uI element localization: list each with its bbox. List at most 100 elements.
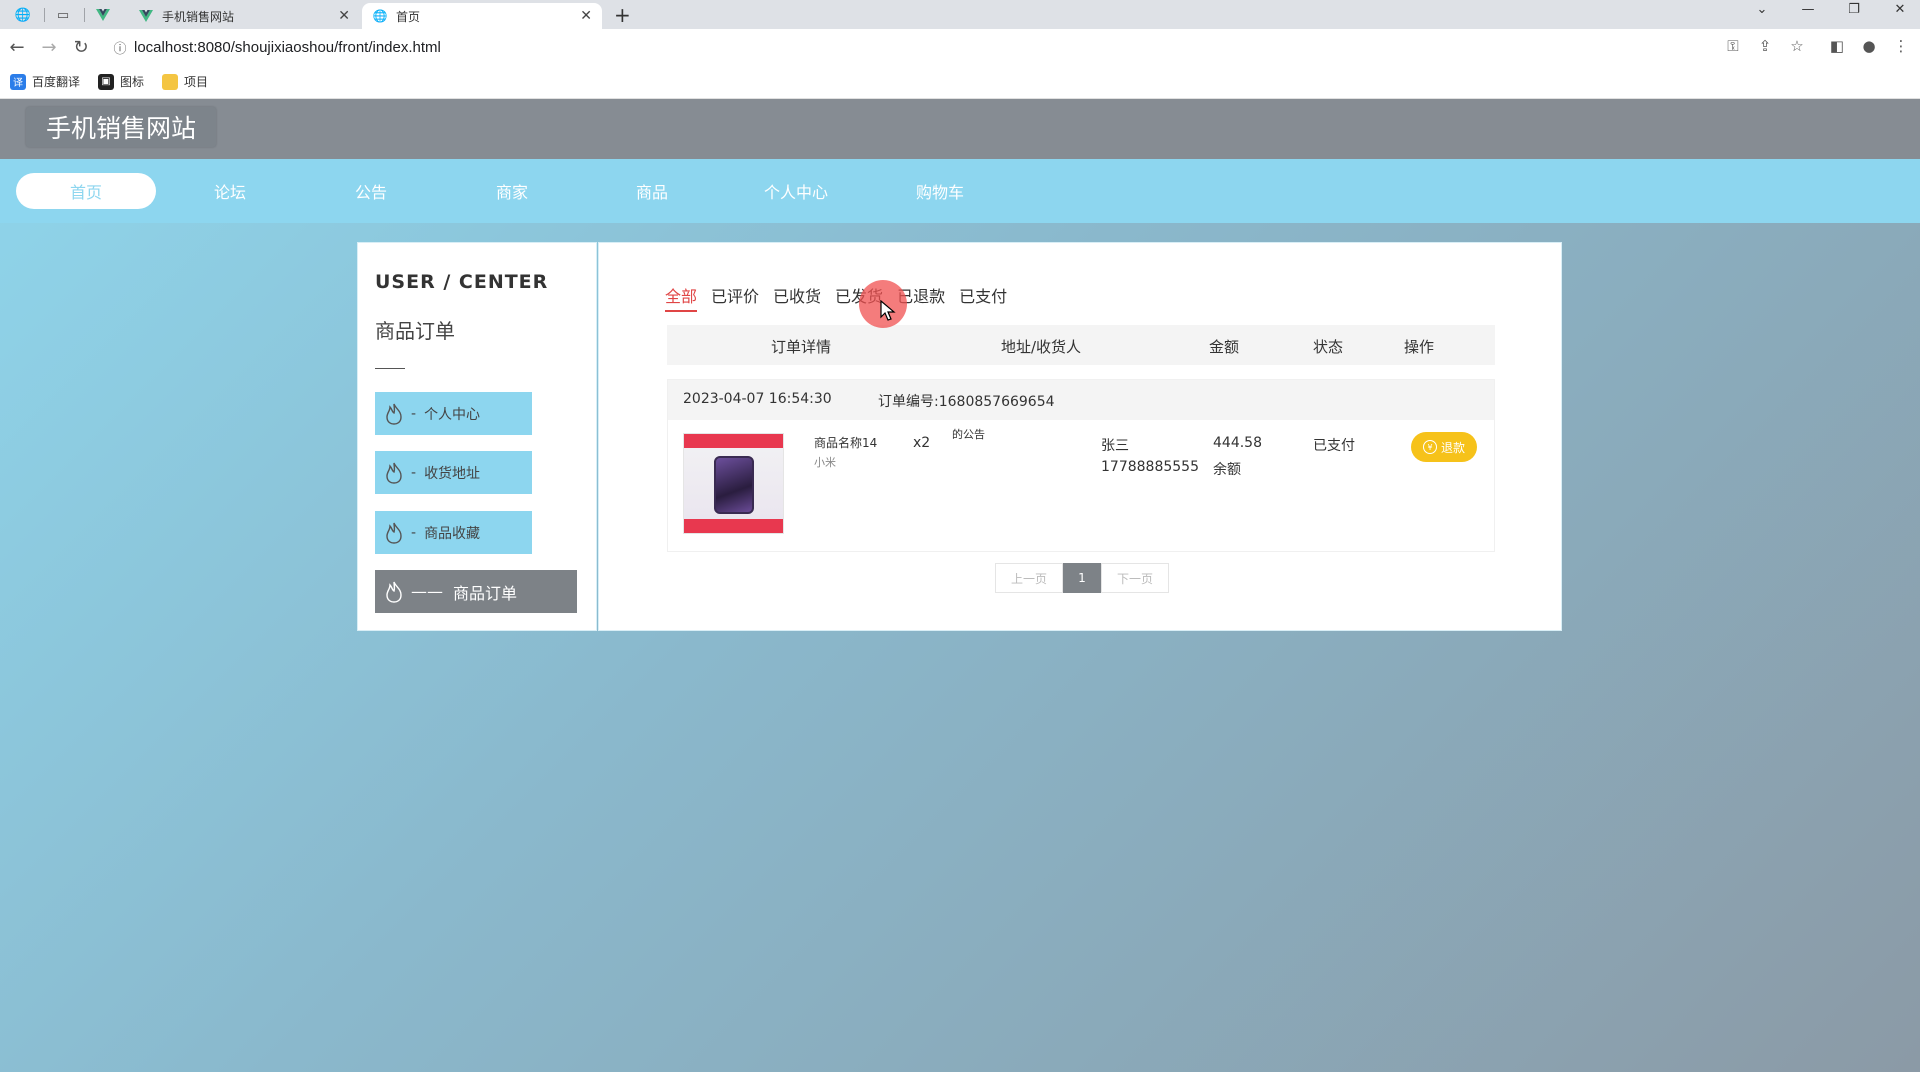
- column-header: 订单详情: [771, 338, 832, 356]
- status-badge: 已支付: [1313, 438, 1355, 454]
- sidebar-item-prefix: ——: [411, 582, 443, 601]
- site-nav: 首页 论坛 公告 商家 商品 个人中心 购物车: [0, 159, 1920, 223]
- close-icon[interactable]: ✕: [580, 8, 592, 24]
- bookmark-project[interactable]: 项目: [162, 73, 208, 90]
- sidepanel-icon[interactable]: ◧: [1826, 37, 1848, 55]
- translate-icon: 译: [10, 73, 26, 90]
- tab-label: 首页: [396, 9, 421, 24]
- tab-all[interactable]: 全部: [665, 283, 698, 312]
- sidebar-item-label: 收货地址: [424, 465, 481, 482]
- nav-merchant[interactable]: 商家: [442, 173, 582, 209]
- menu-icon[interactable]: ⋮: [1890, 37, 1912, 55]
- product-brand: 小米: [814, 456, 836, 469]
- sidebar-item-prefix: -: [411, 405, 417, 422]
- phone-graphic: [714, 456, 754, 514]
- image-banner: [684, 519, 783, 533]
- order-filter-tabs: 全部 已评价 已收货 已发货 已退款 已支付: [665, 283, 1007, 312]
- tab-paid[interactable]: 已支付: [959, 283, 1007, 312]
- close-window-icon[interactable]: ✕: [1880, 2, 1920, 17]
- blank-tab-icon[interactable]: ▭: [46, 3, 80, 27]
- flame-icon: [386, 403, 402, 425]
- flame-icon: [386, 581, 402, 603]
- info-icon[interactable]: ⓘ: [106, 38, 134, 57]
- close-icon[interactable]: ✕: [338, 8, 350, 24]
- receiver-name: 张三: [1101, 438, 1129, 454]
- browser-tab-bar: 🌐 ▭ 手机销售网站 ✕ 🌐 首页 ✕ + ⌄ — ❐ ✕: [0, 0, 1920, 29]
- tab-label: 手机销售网站: [162, 9, 235, 24]
- back-icon[interactable]: ←: [4, 35, 30, 59]
- product-image[interactable]: [683, 433, 784, 534]
- vue-icon[interactable]: [86, 3, 120, 27]
- pay-method: 余额: [1213, 462, 1241, 478]
- bookmark-label: 图标: [120, 75, 145, 89]
- url-text: localhost:8080/shoujixiaoshou/front/inde…: [134, 38, 441, 56]
- user-center-sidebar: USER / CENTER 商品订单 - 个人中心 - 收货地址 - 商品收藏 …: [357, 242, 597, 631]
- bookmarks-bar: 译 百度翻译 ▣ 图标 项目: [0, 65, 1920, 99]
- star-icon[interactable]: ☆: [1786, 37, 1808, 55]
- product-quantity: x2: [913, 435, 931, 451]
- tab-search-icon[interactable]: ⌄: [1742, 2, 1782, 17]
- tab-separator: [44, 8, 45, 22]
- image-icon: ▣: [98, 73, 115, 90]
- page-number-button[interactable]: 1: [1063, 563, 1101, 593]
- globe-icon[interactable]: 🌐: [6, 3, 40, 27]
- sidebar-item-user-center[interactable]: - 个人中心: [375, 392, 532, 435]
- profile-icon[interactable]: ●: [1858, 37, 1880, 55]
- prev-page-button[interactable]: 上一页: [995, 563, 1063, 593]
- forward-icon[interactable]: →: [36, 35, 62, 59]
- order-address: 的公告: [952, 428, 985, 441]
- tab-separator: [84, 8, 85, 22]
- sidebar-item-favorites[interactable]: - 商品收藏: [375, 511, 532, 554]
- vue-icon: [138, 8, 154, 24]
- tab-reviewed[interactable]: 已评价: [711, 283, 759, 312]
- flame-icon: [386, 522, 402, 544]
- sidebar-item-label: 商品收藏: [424, 525, 481, 542]
- sidebar-item-label: 商品订单: [453, 583, 518, 603]
- order-amount: 444.58: [1213, 435, 1262, 451]
- nav-home[interactable]: 首页: [16, 173, 156, 209]
- table-header: 订单详情 地址/收货人 金额 状态 操作: [667, 325, 1495, 365]
- next-page-button[interactable]: 下一页: [1101, 563, 1169, 593]
- image-banner: [684, 434, 783, 448]
- reload-icon[interactable]: ↻: [68, 35, 94, 59]
- tab-home[interactable]: 🌐 首页 ✕: [362, 3, 602, 29]
- bookmark-translate[interactable]: 译 百度翻译: [10, 73, 80, 90]
- bookmark-icons[interactable]: ▣ 图标: [98, 73, 144, 90]
- tab-site[interactable]: 手机销售网站 ✕: [128, 3, 360, 29]
- address-bar[interactable]: ⓘ localhost:8080/shoujixiaoshou/front/in…: [106, 33, 1796, 61]
- product-name[interactable]: 商品名称14: [814, 434, 877, 451]
- sidebar-subheading: 商品订单: [375, 319, 455, 343]
- sidebar-item-orders[interactable]: —— 商品订单: [375, 570, 577, 613]
- minimize-icon[interactable]: —: [1788, 2, 1828, 17]
- order-meta: 2023-04-07 16:54:30 订单编号:1680857669654: [668, 380, 1494, 420]
- new-tab-icon[interactable]: +: [614, 3, 631, 27]
- nav-user-center[interactable]: 个人中心: [726, 173, 866, 209]
- order-time: 2023-04-07 16:54:30: [683, 391, 832, 407]
- refund-button[interactable]: ¥ 退款: [1411, 432, 1477, 462]
- key-icon[interactable]: ⚿: [1722, 37, 1744, 55]
- yen-coin-icon: ¥: [1422, 440, 1437, 454]
- receiver-phone: 17788885555: [1101, 459, 1199, 475]
- order-row: 2023-04-07 16:54:30 订单编号:1680857669654 商…: [667, 379, 1495, 552]
- bookmark-label: 项目: [184, 75, 209, 89]
- browser-toolbar: ← → ↻ ⓘ localhost:8080/shoujixiaoshou/fr…: [0, 29, 1920, 65]
- nav-products[interactable]: 商品: [582, 173, 722, 209]
- globe-icon: 🌐: [372, 9, 388, 23]
- column-header: 操作: [1404, 338, 1435, 356]
- folder-icon: [162, 73, 179, 90]
- share-icon[interactable]: ⇪: [1754, 37, 1776, 55]
- site-title[interactable]: 手机销售网站: [26, 107, 217, 147]
- nav-notice[interactable]: 公告: [301, 173, 441, 209]
- tab-received[interactable]: 已收货: [773, 283, 821, 312]
- column-header: 地址/收货人: [1001, 338, 1082, 356]
- sidebar-item-label: 个人中心: [424, 406, 481, 423]
- sidebar-item-address[interactable]: - 收货地址: [375, 451, 532, 494]
- orders-panel: 全部 已评价 已收货 已发货 已退款 已支付 订单详情 地址/收货人 金额 状态…: [598, 242, 1562, 631]
- nav-forum[interactable]: 论坛: [160, 173, 300, 209]
- nav-cart[interactable]: 购物车: [870, 173, 1010, 209]
- pagination: 上一页 1 下一页: [995, 563, 1169, 593]
- flame-icon: [386, 462, 402, 484]
- mouse-cursor-icon: [880, 300, 896, 321]
- site-header: 手机销售网站: [0, 99, 1920, 159]
- restore-icon[interactable]: ❐: [1834, 2, 1874, 17]
